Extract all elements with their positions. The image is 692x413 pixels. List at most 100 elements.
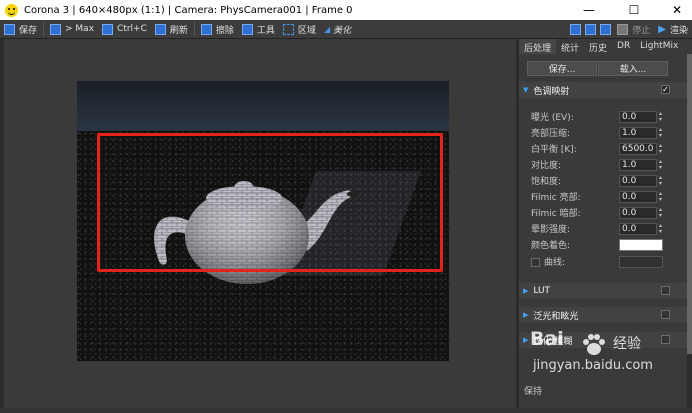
save-icon	[4, 23, 15, 35]
param-filmic-highlights-label: Filmic 亮部:	[531, 193, 581, 203]
backdrop-wall	[77, 81, 449, 133]
panel-scrollbar[interactable]	[687, 54, 692, 408]
load-preset-button[interactable]: 载入...	[598, 61, 668, 76]
contrast-field[interactable]: 1.0	[619, 159, 657, 171]
dropdown-triangle-icon: ◢	[323, 24, 331, 34]
zoom-in-button[interactable]	[568, 20, 583, 38]
render-label: 渲染	[669, 25, 688, 36]
param-saturation-label: 饱和度:	[531, 177, 562, 187]
send-to-max-button[interactable]: > Max	[46, 20, 98, 38]
tools-label: 工具	[256, 25, 275, 36]
saturation-field[interactable]: 0.0	[619, 175, 657, 187]
save-preset-button[interactable]: 保存...	[527, 61, 597, 76]
tab-post-processing[interactable]: 后处理	[519, 39, 557, 54]
tools-icon	[241, 23, 253, 35]
tone-mapping-enabled-checkbox[interactable]: ✓	[661, 85, 670, 94]
zoom-out-icon	[585, 23, 597, 35]
saturation-spinner[interactable]: ▴ ▾	[659, 175, 665, 187]
param-white-balance-label: 白平衡 [K]:	[531, 145, 577, 155]
erase-label: 擦除	[215, 25, 234, 36]
window-title: Corona 3 | 640×480px (1:1) | Camera: Phy…	[24, 4, 353, 16]
exposure-field[interactable]: 0.0	[619, 111, 657, 123]
jingyan-text: 经验	[613, 336, 641, 352]
max-icon	[50, 23, 62, 35]
vfb-toolbar: 保存 > Max Ctrl+C 刷新 擦除 工具 区域 ◢ 美化 停止 ▶ 渲染	[0, 20, 692, 39]
baidu-logo-text: Bai	[530, 328, 564, 350]
refresh-label: 刷新	[169, 25, 188, 36]
beautify-label: 美化	[333, 25, 352, 36]
param-vignette-label: 晕影强度:	[531, 225, 571, 235]
contrast-spinner[interactable]: ▴ ▾	[659, 159, 665, 171]
param-highlight-compression-label: 亮部压缩:	[531, 129, 571, 139]
collapse-triangle-icon: ▼	[523, 86, 529, 94]
filmic-shadows-field[interactable]: 0.0	[619, 207, 657, 219]
tab-dr[interactable]: DR	[612, 39, 635, 54]
white-balance-spinner[interactable]: ▴ ▾	[659, 143, 665, 155]
param-color-tint-label: 颜色着色:	[531, 241, 571, 251]
window-bottom-border	[0, 408, 692, 413]
param-curves-label: 曲线:	[544, 258, 566, 268]
maximize-button[interactable]: ☐	[619, 0, 649, 20]
baidu-paw-icon	[583, 334, 605, 355]
lut-title: LUT	[533, 286, 551, 296]
close-button[interactable]: ✕	[662, 0, 692, 20]
tools-button[interactable]: 工具	[238, 20, 279, 38]
expand-triangle-icon: ▶	[523, 311, 529, 319]
filmic-highlights-spinner[interactable]: ▴ ▾	[659, 191, 665, 203]
panel-tabs: 后处理 统计 历史 DR LightMix	[519, 39, 692, 54]
white-balance-field[interactable]: 6500.0	[619, 143, 657, 155]
zoom-in-icon	[570, 23, 582, 35]
tab-lightmix[interactable]: LightMix	[635, 39, 683, 54]
copy-button[interactable]: Ctrl+C	[98, 20, 151, 38]
beautify-button[interactable]: ◢ 美化	[320, 20, 355, 38]
stop-icon	[617, 23, 629, 35]
bloom-glare-header[interactable]: ▶ 泛光和眩光	[519, 307, 687, 323]
vignette-spinner[interactable]: ▴ ▾	[659, 223, 665, 235]
copy-label: Ctrl+C	[117, 24, 147, 34]
stop-button[interactable]: 停止	[613, 20, 654, 38]
region-button[interactable]: 区域	[279, 20, 320, 38]
bloom-glare-enabled-checkbox[interactable]	[661, 310, 670, 319]
tone-mapping-title: 色调映射	[533, 86, 570, 97]
annotation-highlight-box	[97, 133, 443, 272]
lut-enabled-checkbox[interactable]	[661, 286, 670, 295]
lut-header[interactable]: ▶ LUT	[519, 283, 687, 299]
color-tint-swatch[interactable]	[619, 239, 663, 251]
copy-icon	[102, 23, 114, 35]
erase-button[interactable]: 擦除	[197, 20, 238, 38]
stop-label: 停止	[632, 25, 651, 36]
curves-checkbox[interactable]	[531, 258, 540, 267]
param-exposure-label: 曝光 (EV):	[531, 113, 574, 123]
filmic-shadows-spinner[interactable]: ▴ ▾	[659, 207, 665, 219]
zoom-fit-button[interactable]	[598, 20, 613, 38]
curves-editor-button[interactable]	[619, 256, 663, 268]
bloom-glare-title: 泛光和眩光	[533, 311, 579, 322]
erase-icon	[200, 23, 212, 35]
region-icon	[282, 23, 294, 35]
play-icon: ▶	[658, 23, 666, 35]
scrollbar-thumb[interactable]	[687, 54, 692, 354]
baidu-jingyan-watermark: Bai 经验 jingyan.baidu.com	[520, 328, 670, 398]
expand-triangle-icon: ▶	[523, 287, 529, 295]
region-label: 区域	[297, 25, 316, 36]
exposure-spinner[interactable]: ▴ ▾	[659, 111, 665, 123]
refresh-icon	[154, 23, 166, 35]
toolbar-separator	[43, 22, 45, 36]
zoom-out-button[interactable]	[583, 20, 598, 38]
save-button[interactable]: 保存	[0, 20, 41, 38]
param-filmic-shadows-label: Filmic 暗部:	[531, 209, 581, 219]
zoom-fit-icon	[600, 23, 612, 35]
render-viewport[interactable]	[4, 39, 516, 408]
highlight-compression-field[interactable]: 1.0	[619, 127, 657, 139]
max-label: > Max	[65, 24, 95, 34]
render-button[interactable]: ▶ 渲染	[654, 20, 692, 38]
filmic-highlights-field[interactable]: 0.0	[619, 191, 657, 203]
refresh-button[interactable]: 刷新	[151, 20, 192, 38]
tab-stats[interactable]: 统计	[556, 39, 584, 54]
save-label: 保存	[19, 25, 38, 36]
vignette-field[interactable]: 0.0	[619, 223, 657, 235]
tone-mapping-header[interactable]: ▼ 色调映射 ✓	[519, 82, 687, 98]
highlight-compression-spinner[interactable]: ▴ ▾	[659, 127, 665, 139]
minimize-button[interactable]: —	[574, 0, 604, 20]
tab-history[interactable]: 历史	[584, 39, 612, 54]
